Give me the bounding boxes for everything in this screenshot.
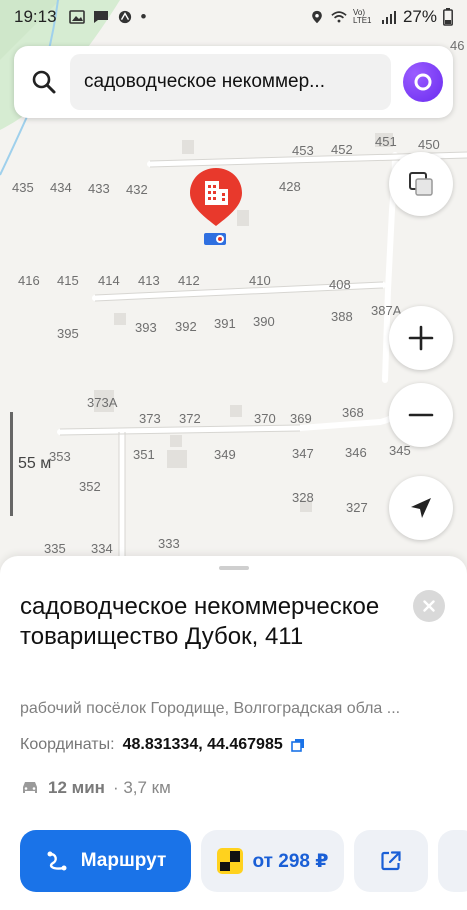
plot-number: 373A [87, 395, 118, 410]
plot-number: 352 [79, 479, 101, 494]
plot-number: 453 [292, 143, 314, 158]
plot-number: 391 [214, 316, 236, 331]
copy-icon[interactable] [290, 738, 305, 752]
layers-button[interactable] [389, 152, 453, 216]
plot-number: 410 [249, 273, 271, 288]
route-icon [47, 851, 67, 871]
alice-icon [414, 73, 432, 91]
minus-icon [408, 413, 434, 417]
taxi-price: от 298 ₽ [252, 850, 329, 872]
plot-number: 327 [346, 500, 368, 515]
plot-number: 372 [179, 411, 201, 426]
plot-number: 333 [158, 536, 180, 551]
close-icon [423, 600, 435, 612]
plot-number: 345 [389, 443, 411, 458]
plot-number: 373 [139, 411, 161, 426]
plot-number: 413 [138, 273, 160, 288]
wifi-icon [331, 11, 347, 23]
plot-number: 368 [342, 405, 364, 420]
plot-number: 393 [135, 320, 157, 335]
layers-icon [409, 172, 433, 196]
share-icon [381, 851, 401, 871]
taxi-button[interactable]: от 298 ₽ [201, 830, 344, 892]
plot-number: 334 [91, 541, 113, 556]
route-info: 12 мин · 3,7 км [20, 778, 171, 798]
gallery-icon [68, 10, 85, 24]
plot-number: 46 [450, 38, 465, 53]
plot-number: 408 [329, 277, 351, 292]
battery-icon [443, 8, 453, 26]
share-button[interactable] [354, 830, 428, 892]
plot-number: 388 [331, 309, 353, 324]
search-input[interactable]: садоводческое некоммер... [70, 54, 391, 110]
plot-number: 346 [345, 445, 367, 460]
place-address: рабочий посёлок Городище, Волгоградская … [20, 700, 401, 717]
plot-number: 432 [126, 182, 148, 197]
plot-number: 351 [133, 447, 155, 462]
navigation-arrow-icon [411, 498, 431, 518]
sheet-drag-handle[interactable] [219, 566, 249, 570]
location-icon [312, 10, 322, 24]
plot-number: 395 [57, 326, 79, 341]
zoom-in-button[interactable] [389, 306, 453, 370]
plot-number: 416 [18, 273, 40, 288]
more-actions-button[interactable] [438, 830, 467, 892]
search-icon[interactable] [18, 46, 70, 118]
zoom-out-button[interactable] [389, 383, 453, 447]
building-pin-icon [190, 168, 242, 245]
plus-icon [408, 325, 434, 351]
taxi-icon [216, 848, 243, 874]
plot-number: 435 [12, 180, 34, 195]
plot-number: 434 [50, 180, 72, 195]
status-bar: 19:13 • Vo) LTE1 27% [0, 0, 467, 34]
scale-label: 55 м [18, 455, 52, 472]
plot-number: 392 [175, 319, 197, 334]
plot-number: 428 [279, 179, 301, 194]
close-button[interactable] [413, 590, 445, 622]
route-button-label: Маршрут [80, 850, 167, 871]
app-notification-icon [118, 10, 131, 24]
plot-number: 414 [98, 273, 120, 288]
plot-number: 335 [44, 541, 66, 556]
place-card[interactable]: садоводческое некоммерческое товариществ… [0, 556, 467, 910]
clock: 19:13 [14, 7, 57, 26]
coordinates-value[interactable]: 48.831334, 44.467985 [123, 736, 283, 754]
car-icon [23, 782, 37, 793]
scale-bar [10, 412, 13, 516]
plot-number: 452 [331, 142, 353, 157]
plot-number: 450 [418, 137, 440, 152]
plot-number: 433 [88, 181, 110, 196]
plot-number: 328 [292, 490, 314, 505]
search-bar[interactable]: садоводческое некоммер... [14, 46, 453, 118]
signal-icon [381, 11, 396, 24]
coordinates-label: Координаты: [20, 736, 115, 753]
route-button[interactable]: Маршрут [20, 830, 191, 892]
plot-number: 353 [49, 449, 71, 464]
network-type: Vo) LTE1 [352, 8, 372, 25]
my-location-button[interactable] [389, 476, 453, 540]
battery-percent: 27% [402, 7, 437, 26]
plot-number: 349 [214, 447, 236, 462]
coordinates-row: Координаты: 48.831334, 44.467985 [20, 736, 305, 754]
plot-number: 451 [375, 134, 397, 149]
plot-number: 369 [290, 411, 312, 426]
plot-number: 412 [178, 273, 200, 288]
route-distance: · 3,7 км [112, 778, 171, 797]
plot-number: 370 [254, 411, 276, 426]
message-icon [93, 11, 108, 23]
more-notifications-dot: • [140, 7, 147, 26]
place-pin[interactable] [188, 166, 244, 246]
plot-number: 347 [292, 446, 314, 461]
plot-number: 415 [57, 273, 79, 288]
alice-voice-assistant-button[interactable] [403, 62, 443, 102]
route-time: 12 мин [48, 778, 105, 797]
place-title: садоводческое некоммерческое товариществ… [20, 593, 380, 650]
plot-number: 390 [253, 314, 275, 329]
